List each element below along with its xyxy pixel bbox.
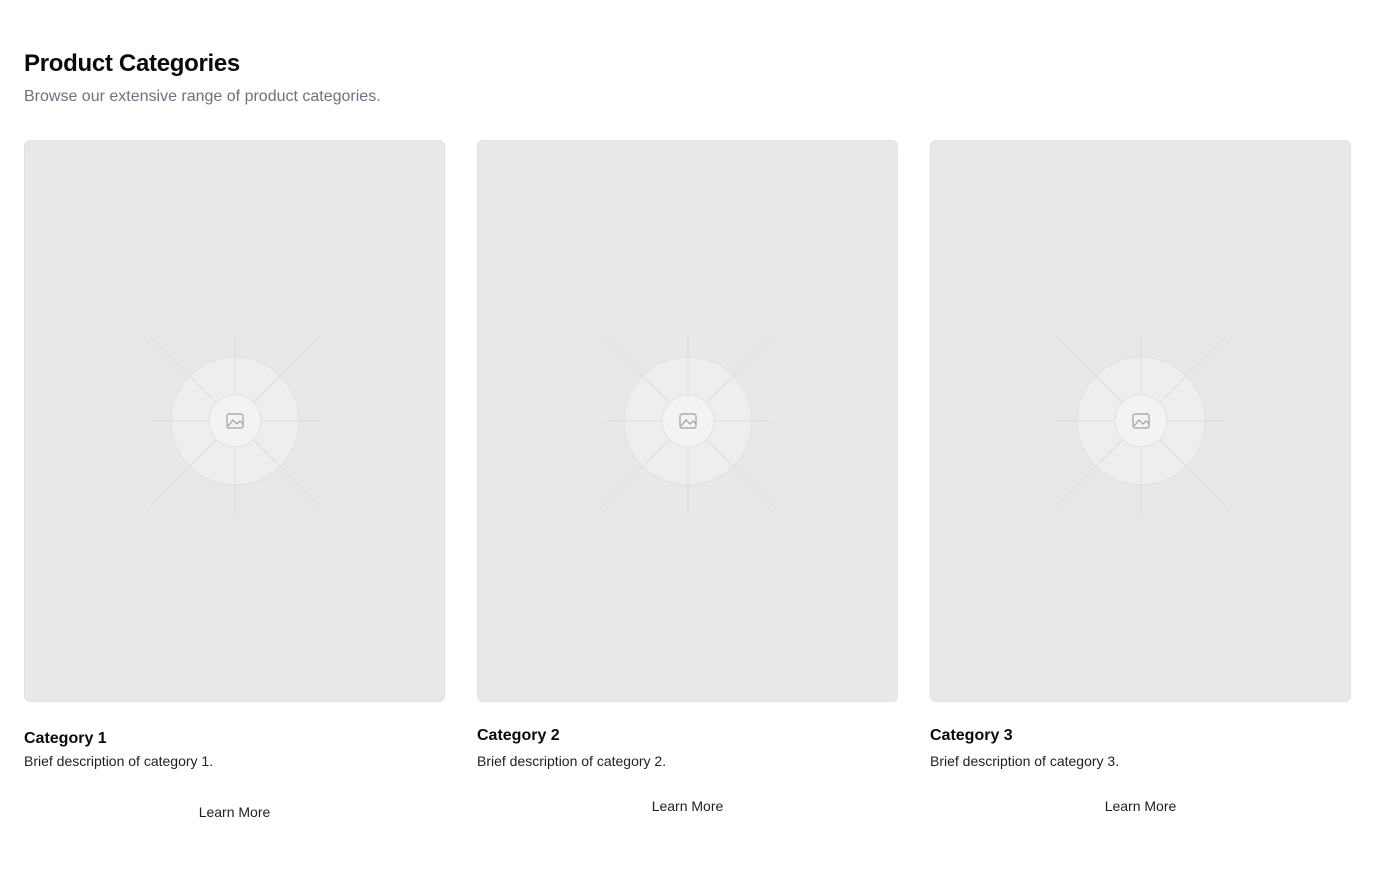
image-placeholder-icon	[602, 335, 774, 516]
image-placeholder-icon	[1055, 335, 1227, 516]
page-title: Product Categories	[24, 50, 240, 77]
category-description: Brief description of category 2.	[477, 753, 667, 769]
learn-more-button[interactable]: Learn More	[930, 790, 1351, 822]
learn-more-button[interactable]: Learn More	[477, 790, 898, 822]
product-categories-page: Product Categories Browse our extensive …	[0, 0, 1376, 880]
category-card-3: Category 3 Brief description of category…	[930, 140, 1351, 814]
learn-more-button[interactable]: Learn More	[24, 796, 445, 828]
page-subtitle: Browse our extensive range of product ca…	[24, 88, 381, 105]
category-card-2: Category 2 Brief description of category…	[477, 140, 898, 814]
category-description: Brief description of category 1.	[24, 753, 214, 769]
image-placeholder-icon	[149, 335, 321, 516]
category-image-placeholder	[24, 140, 445, 702]
category-card-1: Category 1 Brief description of category…	[24, 140, 445, 820]
category-title: Category 3	[930, 727, 1013, 744]
category-image-placeholder	[930, 140, 1351, 702]
category-description: Brief description of category 3.	[930, 753, 1120, 769]
category-title: Category 1	[24, 730, 107, 747]
category-image-placeholder	[477, 140, 898, 702]
category-title: Category 2	[477, 727, 560, 744]
